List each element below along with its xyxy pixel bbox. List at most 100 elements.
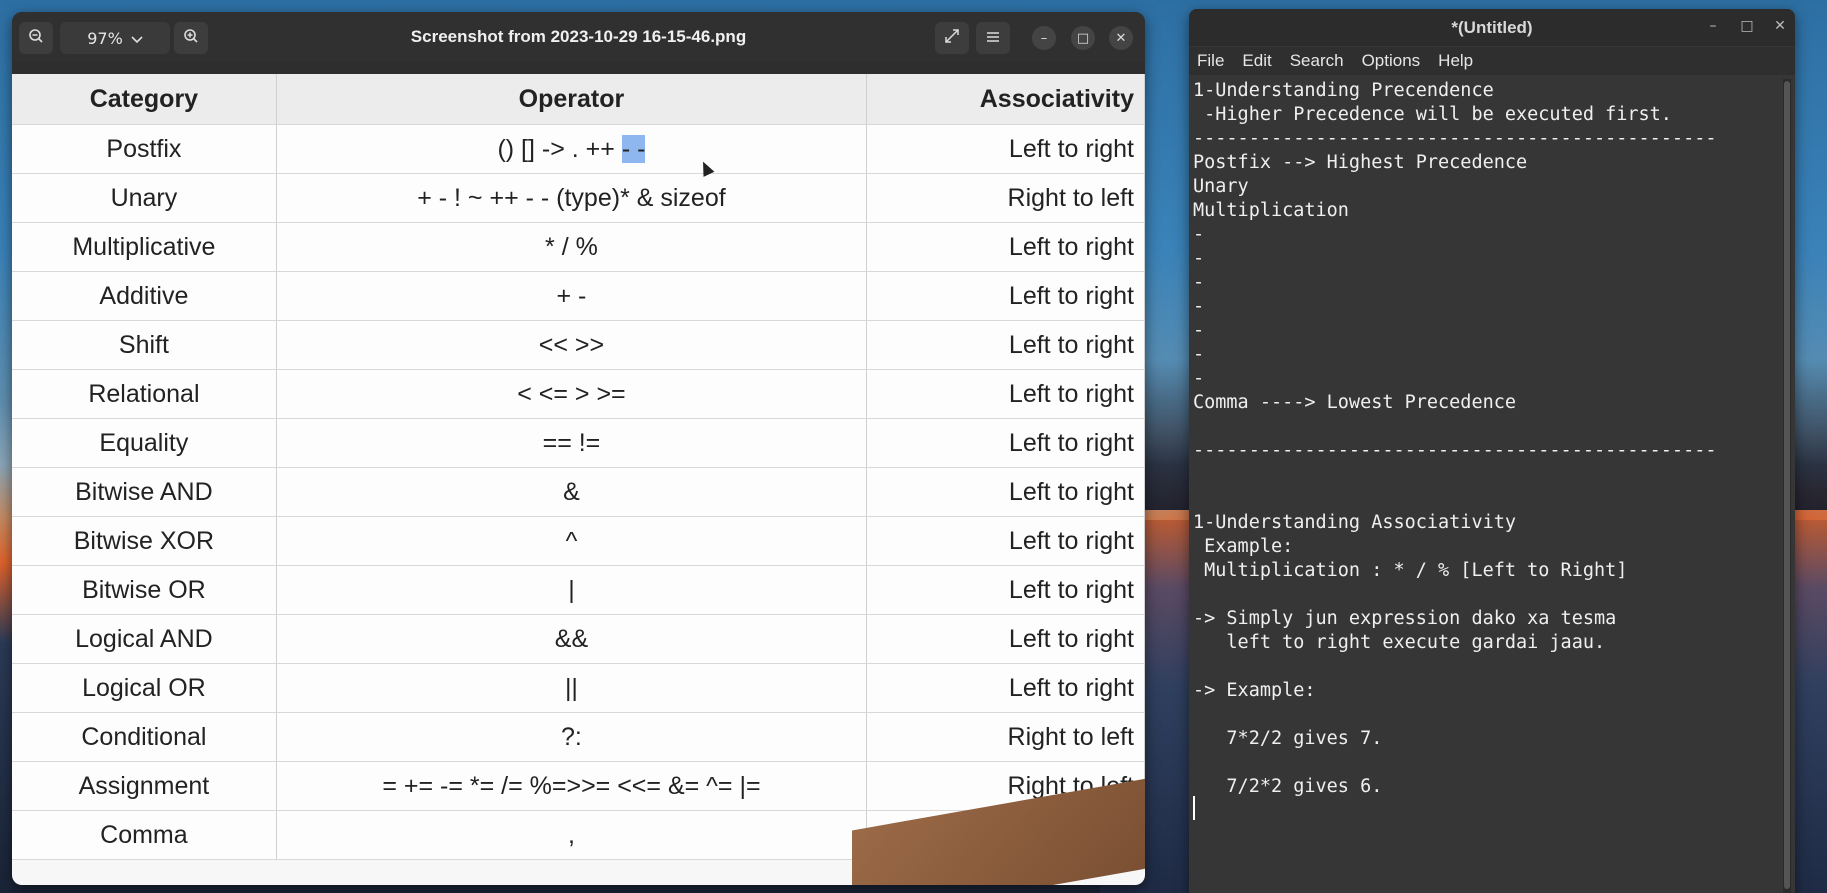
editor-minimize-button[interactable]: –	[1704, 18, 1722, 34]
table-row: Equality == != Left to right	[12, 418, 1145, 468]
editor-line: -	[1193, 248, 1205, 269]
associativity-cell: Left to right	[866, 320, 1145, 370]
editor-maximize-button[interactable]: □	[1738, 18, 1756, 34]
editor-line: Unary	[1193, 176, 1249, 197]
associativity-cell: Left to right	[866, 663, 1145, 713]
table-row: Unary + - ! ~ ++ - - (type)* & sizeof Ri…	[12, 173, 1145, 223]
editor-line: -	[1193, 320, 1205, 341]
minimize-icon: –	[1709, 18, 1717, 34]
table-row: Conditional ?: Right to left	[12, 712, 1145, 762]
category-cell: Relational	[12, 369, 277, 419]
menu-options[interactable]: Options	[1362, 47, 1421, 75]
category-cell: Multiplicative	[12, 222, 277, 272]
associativity-cell: Left to right	[866, 369, 1145, 419]
associativity-cell: Right to left	[866, 712, 1145, 762]
fullscreen-icon	[944, 28, 960, 48]
menu-file[interactable]: File	[1197, 47, 1224, 75]
operator-cell: = += -= *= /= %=>>= <<= &= ^= |=	[276, 761, 868, 811]
editor-line: Example:	[1193, 536, 1294, 557]
category-cell: Additive	[12, 271, 277, 321]
maximize-icon: □	[1740, 18, 1754, 34]
associativity-cell: Left to right	[866, 467, 1145, 517]
displayed-image: Category Operator Associativity Postfix …	[12, 74, 1145, 885]
table-row: Relational < <= > >= Left to right	[12, 369, 1145, 419]
editor-line: -	[1193, 368, 1205, 389]
editor-line: Comma ----> Lowest Precedence	[1193, 392, 1517, 413]
editor-menubar: File Edit Search Options Help	[1189, 47, 1795, 75]
menu-edit[interactable]: Edit	[1242, 47, 1271, 75]
text-editor-window: *(Untitled) – □ ✕ File Edit Search Optio…	[1189, 9, 1795, 893]
editor-text-area[interactable]: 1-Understanding Precendence -Higher Prec…	[1193, 79, 1779, 889]
associativity-cell: Left to right	[866, 516, 1145, 566]
operator-cell: ||	[276, 663, 868, 713]
menu-button[interactable]	[976, 22, 1010, 54]
category-cell: Logical AND	[12, 614, 277, 664]
operator-cell: &	[276, 467, 868, 517]
table-header-row: Category Operator Associativity	[12, 74, 1145, 125]
category-cell: Bitwise AND	[12, 467, 277, 517]
category-cell: Unary	[12, 173, 277, 223]
editor-line: Postfix --> Highest Precedence	[1193, 152, 1528, 173]
associativity-cell: Left to right	[866, 614, 1145, 664]
editor-close-button[interactable]: ✕	[1771, 18, 1789, 34]
selected-operator-text: - -	[621, 134, 646, 163]
editor-line: -	[1193, 296, 1205, 317]
associativity-cell: Right to left	[866, 173, 1145, 223]
category-cell: Postfix	[12, 124, 277, 174]
category-cell: Shift	[12, 320, 277, 370]
menu-search[interactable]: Search	[1290, 47, 1344, 75]
table-row: Postfix () [] -> . ++ - - Left to right	[12, 124, 1145, 174]
menu-help[interactable]: Help	[1438, 47, 1473, 75]
close-icon: ✕	[1115, 30, 1127, 46]
category-cell: Equality	[12, 418, 277, 468]
category-cell: Bitwise OR	[12, 565, 277, 615]
editor-line: left to right execute gardai jaau.	[1193, 632, 1606, 653]
table-row: Shift << >> Left to right	[12, 320, 1145, 370]
editor-line: -	[1193, 224, 1205, 245]
table-row: Logical OR || Left to right	[12, 663, 1145, 713]
table-row: Logical AND && Left to right	[12, 614, 1145, 664]
close-button[interactable]: ✕	[1109, 26, 1133, 50]
operator-cell: + -	[276, 271, 868, 321]
table-row: Additive + - Left to right	[12, 271, 1145, 321]
category-cell: Logical OR	[12, 663, 277, 713]
operator-precedence-table: Category Operator Associativity Postfix …	[12, 74, 1145, 860]
operator-text: () [] -> . ++	[497, 134, 615, 163]
column-header-operator: Operator	[276, 74, 868, 125]
editor-line: Multiplication	[1193, 200, 1349, 221]
operator-cell: << >>	[276, 320, 868, 370]
editor-line: -	[1193, 344, 1205, 365]
maximize-button[interactable]: □	[1071, 26, 1095, 50]
category-cell: Bitwise XOR	[12, 516, 277, 566]
column-header-associativity: Associativity	[866, 74, 1145, 125]
editor-line: ----------------------------------------…	[1193, 128, 1717, 149]
table-row: Assignment = += -= *= /= %=>>= <<= &= ^=…	[12, 761, 1145, 811]
operator-cell: * / %	[276, 222, 868, 272]
maximize-icon: □	[1076, 30, 1090, 46]
table-row: Bitwise AND & Left to right	[12, 467, 1145, 517]
operator-cell: ^	[276, 516, 868, 566]
fullscreen-button[interactable]	[935, 22, 969, 54]
operator-cell: == !=	[276, 418, 868, 468]
close-icon: ✕	[1774, 18, 1786, 34]
table-row: Multiplicative * / % Left to right	[12, 222, 1145, 272]
minimize-button[interactable]: –	[1032, 26, 1056, 50]
operator-cell: ?:	[276, 712, 868, 762]
editor-line: 7/2*2 gives 6.	[1193, 776, 1383, 797]
associativity-cell: Left to right	[866, 271, 1145, 321]
hamburger-menu-icon	[986, 29, 1000, 47]
editor-scrollbar-thumb[interactable]	[1784, 81, 1790, 889]
operator-cell: |	[276, 565, 868, 615]
table-row: Bitwise XOR ^ Left to right	[12, 516, 1145, 566]
minimize-icon: –	[1040, 30, 1048, 46]
category-cell: Assignment	[12, 761, 277, 811]
editor-line: 1-Understanding Precendence	[1193, 80, 1494, 101]
editor-titlebar: *(Untitled) – □ ✕	[1189, 9, 1795, 46]
operator-cell: < <= > >=	[276, 369, 868, 419]
editor-line: -> Example:	[1193, 680, 1316, 701]
